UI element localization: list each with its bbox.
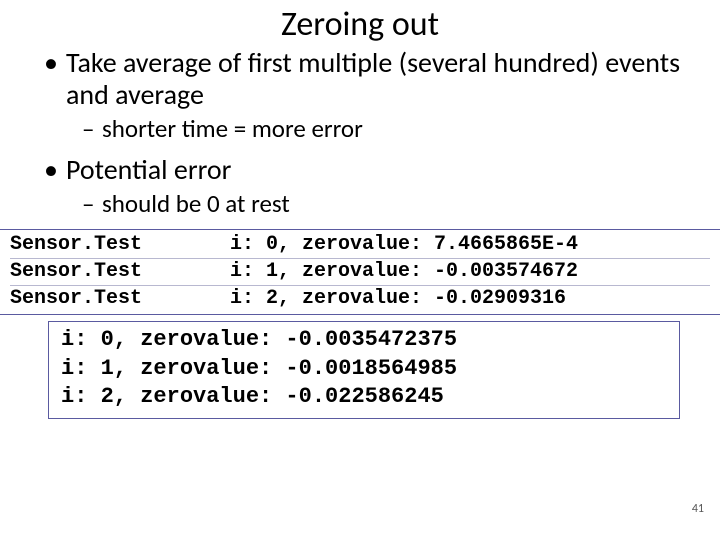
slide-title: Zeroing out [0,4,720,45]
log-value: i: 0, zerovalue: 7.4665865E-4 [230,232,710,258]
log-row: Sensor.Test i: 1, zerovalue: -0.00357467… [10,259,710,286]
sub-bullet-item: should be 0 at rest [82,190,690,219]
log-row: Sensor.Test i: 0, zerovalue: 7.4665865E-… [10,232,710,259]
bullet-item: Take average of first multiple (several … [40,47,690,111]
log-row: Sensor.Test i: 2, zerovalue: -0.02909316 [10,286,710,312]
log-tag: Sensor.Test [10,232,230,258]
log-line: i: 0, zerovalue: -0.0035472375 [61,326,667,355]
sub-bullet-item: shorter time = more error [82,115,690,144]
log-line: i: 1, zerovalue: -0.0018564985 [61,355,667,384]
log-value: i: 2, zerovalue: -0.02909316 [230,286,710,312]
slide: Zeroing out Take average of first multip… [0,0,720,540]
bullet-item: Potential error [40,154,690,186]
log-line: i: 2, zerovalue: -0.022586245 [61,383,667,412]
log-tag: Sensor.Test [10,286,230,312]
log-output-top: Sensor.Test i: 0, zerovalue: 7.4665865E-… [0,229,720,315]
log-tag: Sensor.Test [10,259,230,285]
slide-body: Take average of first multiple (several … [0,47,720,219]
log-value: i: 1, zerovalue: -0.003574672 [230,259,710,285]
log-output-bottom: i: 0, zerovalue: -0.0035472375 i: 1, zer… [48,321,680,419]
page-number: 41 [692,502,704,516]
